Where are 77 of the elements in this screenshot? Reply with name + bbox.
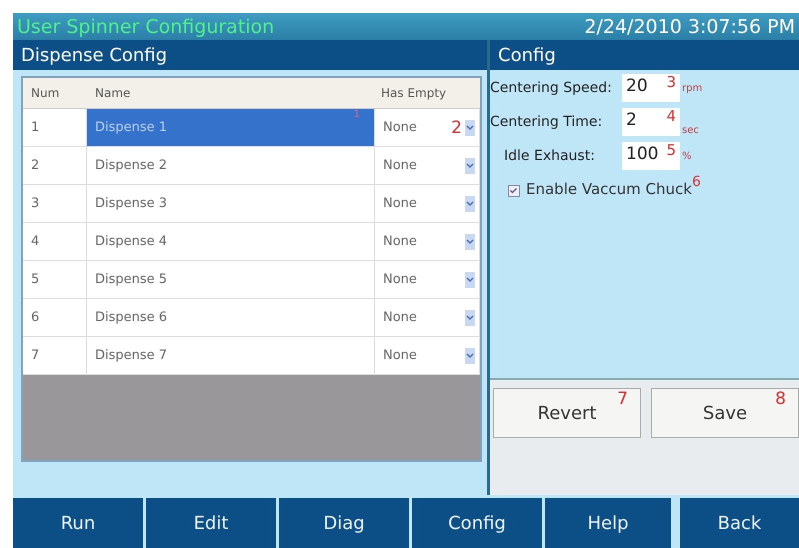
chevron-down-icon [465, 310, 475, 326]
unit-label: rpm [681, 82, 704, 94]
name-text: Dispense 6 [95, 310, 168, 325]
name-cell[interactable]: Dispense 3 [87, 185, 375, 223]
name-text: Dispense 2 [95, 158, 168, 173]
table-cell: 3 [23, 185, 87, 223]
panel-title: Dispense Config [21, 44, 168, 66]
checkbox-label: Enable Vaccum Chuck [526, 180, 692, 198]
callout-number: 6 [692, 174, 701, 190]
field-value: 2 [626, 110, 637, 130]
unit-label: % [681, 150, 693, 162]
action-button[interactable]: Save 8 [651, 388, 799, 438]
table-cell: 5 [23, 261, 87, 299]
dropdown[interactable]: None [375, 261, 480, 299]
dropdown-value: None [383, 348, 417, 363]
callout-number: 3 [666, 73, 676, 91]
field-label: Centering Time: [490, 114, 604, 130]
chevron-down-icon [465, 348, 475, 364]
dropdown-value: None [383, 310, 417, 325]
unit-label: sec [681, 125, 700, 136]
chevron-down-icon [465, 272, 475, 288]
dropdown-value: None [383, 272, 417, 287]
checkbox[interactable] [508, 185, 520, 197]
panel-title: Config [498, 44, 556, 66]
nav-button[interactable]: Back [680, 498, 799, 548]
column-header: Name [87, 78, 375, 109]
field-label: Idle Exhaust: [504, 148, 596, 164]
column-header: Has Empty [375, 78, 480, 109]
name-text: Dispense 4 [95, 234, 168, 249]
field-value: 20 [626, 76, 648, 96]
name-cell[interactable]: Dispense 6 [87, 299, 375, 337]
nav-button[interactable]: Help [545, 498, 671, 548]
table-cell: 6 [23, 299, 87, 337]
callout-number: 1 [354, 109, 360, 120]
name-text: Dispense 1 [95, 120, 168, 135]
nav-button[interactable]: Diag [279, 498, 409, 548]
input-field[interactable]: 20 3 [622, 74, 680, 102]
name-cell[interactable]: Dispense 4 [87, 223, 375, 261]
input-field[interactable]: 2 4 [622, 108, 680, 136]
callout-number: 5 [666, 141, 676, 159]
chevron-down-icon [465, 196, 475, 212]
dropdown[interactable]: None 2 [375, 109, 480, 147]
nav-button[interactable]: Run [13, 498, 143, 548]
dropdown-value: None [383, 158, 417, 173]
check-icon [509, 186, 518, 195]
table-cell: 2 [23, 147, 87, 185]
chevron-down-icon [465, 120, 475, 136]
dropdown-value: None [383, 234, 417, 249]
callout-number: 4 [666, 107, 676, 125]
chevron-down-icon [465, 158, 475, 174]
dropdown[interactable]: None [375, 337, 480, 375]
name-text: Dispense 5 [95, 272, 168, 287]
table-cell: 4 [23, 223, 87, 261]
nav-button[interactable]: Config [412, 498, 542, 548]
name-cell[interactable]: Dispense 2 [87, 147, 375, 185]
field-value: 100 [626, 144, 658, 164]
nav-button[interactable]: Edit [146, 498, 276, 548]
dropdown[interactable]: None [375, 299, 480, 337]
dropdown[interactable]: None [375, 147, 480, 185]
field-label: Centering Speed: [490, 80, 613, 96]
column-header: Num [23, 78, 87, 109]
dropdown[interactable]: None [375, 185, 480, 223]
input-field[interactable]: 100 5 [622, 142, 680, 170]
name-cell[interactable]: Dispense 7 [87, 337, 375, 375]
window-title: User Spinner Configuration [17, 16, 274, 38]
name-cell[interactable]: Dispense 5 [87, 261, 375, 299]
name-text: Dispense 3 [95, 196, 168, 211]
name-text: Dispense 7 [95, 348, 168, 363]
action-button[interactable]: Revert 7 [493, 388, 641, 438]
dropdown-value: None [383, 120, 417, 135]
table-cell: 7 [23, 337, 87, 375]
chevron-down-icon [465, 234, 475, 250]
callout-number: 2 [451, 118, 462, 138]
dropdown[interactable]: None [375, 223, 480, 261]
date-time: 2/24/2010 3:07:56 PM [584, 16, 795, 38]
name-cell[interactable]: Dispense 1 1 [87, 109, 375, 147]
dropdown-value: None [383, 196, 417, 211]
